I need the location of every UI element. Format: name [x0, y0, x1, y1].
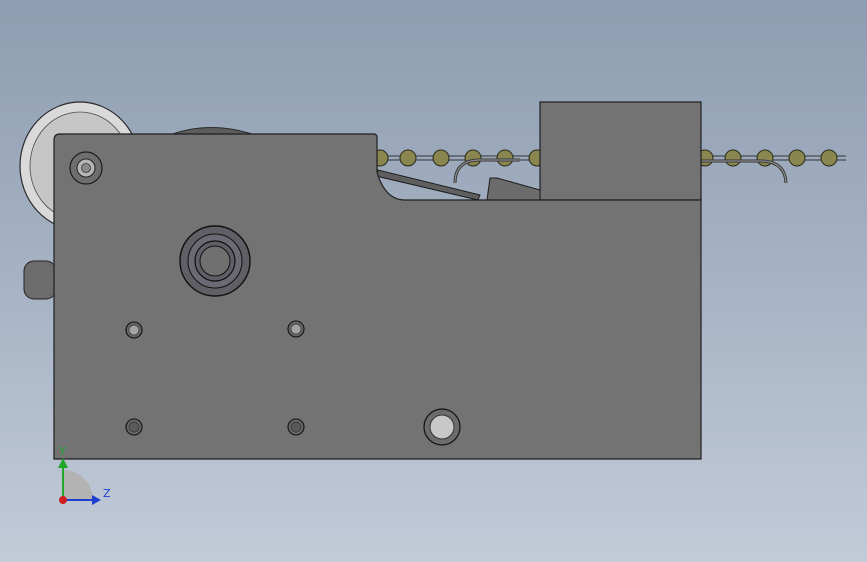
chain-bead: [788, 149, 806, 167]
mount-hole[interactable]: [287, 418, 305, 436]
chain-bead: [399, 149, 417, 167]
chain-bead: [724, 149, 742, 167]
triad-z-label: Z: [103, 487, 111, 500]
mount-hole[interactable]: [287, 320, 305, 338]
through-hole[interactable]: [423, 408, 461, 446]
side-knob[interactable]: [23, 260, 57, 300]
bearing[interactable]: [179, 225, 251, 297]
triad-z-arrow: [92, 495, 101, 505]
mount-hole[interactable]: [125, 418, 143, 436]
triad-x-axis-dot: [59, 496, 67, 504]
socket-screw[interactable]: [69, 151, 103, 185]
chain-bead: [820, 149, 838, 167]
chain-bead: [432, 149, 450, 167]
graphics-viewport[interactable]: Y Z: [0, 0, 867, 562]
right-hook[interactable]: [700, 159, 788, 184]
triad-y-label: Y: [58, 445, 66, 458]
upper-block[interactable]: [539, 101, 702, 201]
slide-wedge[interactable]: [486, 177, 541, 201]
chain-bead: [496, 149, 514, 167]
cad-model-view[interactable]: Y Z: [0, 0, 867, 562]
mount-hole[interactable]: [125, 321, 143, 339]
triad-plane: [63, 470, 93, 500]
